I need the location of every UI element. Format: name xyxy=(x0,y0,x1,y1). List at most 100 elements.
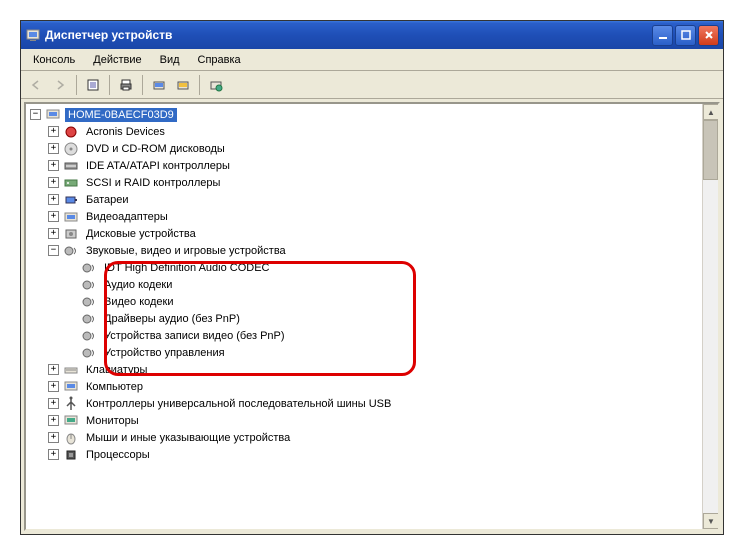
category-label[interactable]: Процессоры xyxy=(83,448,153,462)
print-button[interactable] xyxy=(115,74,137,96)
tree-device-vrec[interactable]: Устройства записи видео (без PnP) xyxy=(66,327,718,344)
menu-view[interactable]: Вид xyxy=(152,52,188,68)
sound-device-icon xyxy=(81,311,97,327)
expand-icon[interactable]: + xyxy=(48,228,59,239)
category-label[interactable]: Acronis Devices xyxy=(83,125,168,139)
expand-icon[interactable]: + xyxy=(48,126,59,137)
tree-category-keyboard[interactable]: + Клавиатуры xyxy=(48,361,718,378)
sound-device-icon xyxy=(81,260,97,276)
tree-category-usb[interactable]: + Контроллеры универсальной последовател… xyxy=(48,395,718,412)
expand-icon[interactable]: + xyxy=(48,449,59,460)
category-label[interactable]: DVD и CD-ROM дисководы xyxy=(83,142,228,156)
forward-button xyxy=(49,74,71,96)
tree-category-sound[interactable]: − Звуковые, видео и игровые устройства xyxy=(48,242,718,259)
sound-device-icon xyxy=(81,328,97,344)
category-label[interactable]: Контроллеры универсальной последовательн… xyxy=(83,397,394,411)
spacer xyxy=(66,347,77,358)
device-label[interactable]: Устройство управления xyxy=(101,346,228,360)
category-label[interactable]: Дисковые устройства xyxy=(83,227,199,241)
device-tree-pane[interactable]: − HOME-0BAECF03D9 + Acronis Devices + DV… xyxy=(24,102,720,531)
tree-category-video[interactable]: + Видеоадаптеры xyxy=(48,208,718,225)
computer-icon xyxy=(45,107,61,123)
menu-help[interactable]: Справка xyxy=(190,52,249,68)
tree-device-adriver[interactable]: Драйверы аудио (без PnP) xyxy=(66,310,718,327)
toolbar-separator xyxy=(142,75,143,95)
tree-category-cpu[interactable]: + Процессоры xyxy=(48,446,718,463)
tree-category-disk[interactable]: + Дисковые устройства xyxy=(48,225,718,242)
collapse-icon[interactable]: − xyxy=(48,245,59,256)
refresh-button[interactable] xyxy=(205,74,227,96)
scroll-down-button[interactable]: ▼ xyxy=(703,513,719,529)
device-manager-window: Диспетчер устройств Консоль Действие Вид… xyxy=(20,20,724,535)
collapse-icon[interactable]: − xyxy=(30,109,41,120)
maximize-button[interactable] xyxy=(675,25,696,46)
category-label[interactable]: IDE ATA/ATAPI контроллеры xyxy=(83,159,233,173)
tree-category-monitor[interactable]: + Мониторы xyxy=(48,412,718,429)
device-label[interactable]: Драйверы аудио (без PnP) xyxy=(101,312,243,326)
device-label[interactable]: IDT High Definition Audio CODEC xyxy=(101,261,272,275)
toolbar xyxy=(21,71,723,99)
expand-icon[interactable]: + xyxy=(48,160,59,171)
menubar: Консоль Действие Вид Справка xyxy=(21,49,723,71)
expand-icon[interactable]: + xyxy=(48,415,59,426)
category-label[interactable]: Компьютер xyxy=(83,380,146,394)
menu-console[interactable]: Консоль xyxy=(25,52,83,68)
menu-action[interactable]: Действие xyxy=(85,52,149,68)
expand-icon[interactable]: + xyxy=(48,177,59,188)
monitor-icon xyxy=(63,413,79,429)
battery-icon xyxy=(63,192,79,208)
device-label[interactable]: Устройства записи видео (без PnP) xyxy=(101,329,288,343)
window-title: Диспетчер устройств xyxy=(45,28,652,42)
scan-hardware-button[interactable] xyxy=(148,74,170,96)
category-label[interactable]: Батареи xyxy=(83,193,132,207)
expand-icon[interactable]: + xyxy=(48,381,59,392)
category-label[interactable]: Мониторы xyxy=(83,414,142,428)
toolbar-separator xyxy=(76,75,77,95)
sound-device-icon xyxy=(81,345,97,361)
scroll-thumb[interactable] xyxy=(703,120,718,180)
tree-device-acodec[interactable]: Аудио кодеки xyxy=(66,276,718,293)
category-label[interactable]: SCSI и RAID контроллеры xyxy=(83,176,223,190)
tree-category-battery[interactable]: + Батареи xyxy=(48,191,718,208)
expand-icon[interactable]: + xyxy=(48,398,59,409)
close-button[interactable] xyxy=(698,25,719,46)
expand-icon[interactable]: + xyxy=(48,194,59,205)
spacer xyxy=(66,330,77,341)
mouse-icon xyxy=(63,430,79,446)
device-label[interactable]: Аудио кодеки xyxy=(101,278,175,292)
tree-category-dvd[interactable]: + DVD и CD-ROM дисководы xyxy=(48,140,718,157)
sound-device-icon xyxy=(81,277,97,293)
expand-icon[interactable]: + xyxy=(48,432,59,443)
vertical-scrollbar[interactable]: ▲ ▼ xyxy=(702,104,718,529)
tree-category-computer[interactable]: + Компьютер xyxy=(48,378,718,395)
tree-device-idt[interactable]: IDT High Definition Audio CODEC xyxy=(66,259,718,276)
spacer xyxy=(66,313,77,324)
scroll-up-button[interactable]: ▲ xyxy=(703,104,719,120)
tree-root[interactable]: − HOME-0BAECF03D9 xyxy=(30,106,718,123)
app-icon xyxy=(25,27,41,43)
category-label[interactable]: Клавиатуры xyxy=(83,363,150,377)
expand-icon[interactable]: + xyxy=(48,143,59,154)
category-label[interactable]: Звуковые, видео и игровые устройства xyxy=(83,244,289,258)
toolbar-separator xyxy=(109,75,110,95)
acronis-icon xyxy=(63,124,79,140)
category-label[interactable]: Видеоадаптеры xyxy=(83,210,171,224)
titlebar[interactable]: Диспетчер устройств xyxy=(21,21,723,49)
tree-category-mouse[interactable]: + Мыши и иные указывающие устройства xyxy=(48,429,718,446)
tree-category-scsi[interactable]: + SCSI и RAID контроллеры xyxy=(48,174,718,191)
tree-category-ide[interactable]: + IDE ATA/ATAPI контроллеры xyxy=(48,157,718,174)
expand-icon[interactable]: + xyxy=(48,211,59,222)
minimize-button[interactable] xyxy=(652,25,673,46)
category-label[interactable]: Мыши и иные указывающие устройства xyxy=(83,431,293,445)
tree-device-vcodec[interactable]: Видео кодеки xyxy=(66,293,718,310)
root-label[interactable]: HOME-0BAECF03D9 xyxy=(65,108,177,122)
tree-device-ctrl[interactable]: Устройство управления xyxy=(66,344,718,361)
show-hidden-button[interactable] xyxy=(172,74,194,96)
video-icon xyxy=(63,209,79,225)
spacer xyxy=(66,262,77,273)
properties-button[interactable] xyxy=(82,74,104,96)
device-label[interactable]: Видео кодеки xyxy=(101,295,177,309)
tree-category-acronis[interactable]: + Acronis Devices xyxy=(48,123,718,140)
expand-icon[interactable]: + xyxy=(48,364,59,375)
sound-icon xyxy=(63,243,79,259)
